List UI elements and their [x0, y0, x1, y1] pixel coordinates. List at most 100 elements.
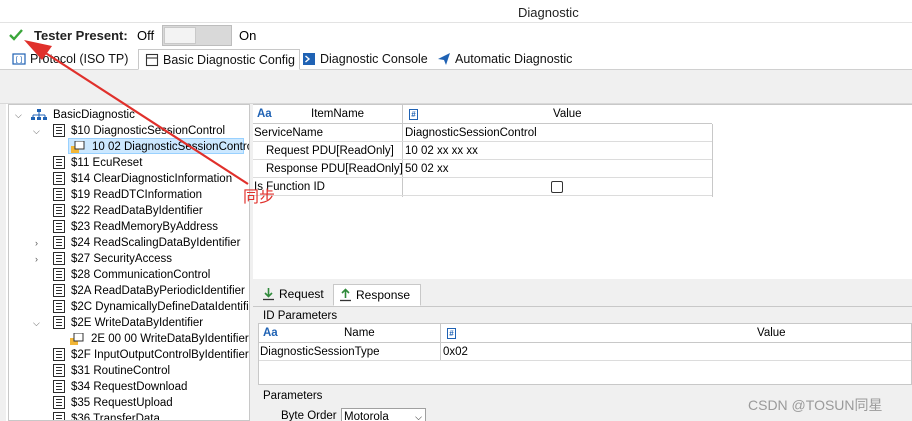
tree-item-subservice[interactable]: 10 02 DiagnosticSessionControl [68, 138, 249, 154]
toggle-knob[interactable] [164, 27, 196, 44]
tree-item-service[interactable]: $28 CommunicationControl [31, 267, 241, 283]
window-title: Diagnostic [518, 5, 579, 20]
tree-item-label: $24 ReadScalingDataByIdentifier [71, 237, 241, 249]
tab-request[interactable]: Request [257, 284, 334, 306]
tab-basic-diagnostic-config[interactable]: Basic Diagnostic Config [138, 49, 301, 70]
tree-item-service[interactable]: $2A ReadDataByPeriodicIdentifier [31, 283, 249, 299]
service-icon [53, 124, 65, 137]
grid-row[interactable]: ServiceName DiagnosticSessionControl [253, 124, 712, 142]
column-header-name[interactable]: Name [344, 324, 375, 343]
protocol-icon: [] [12, 53, 26, 65]
id-grid-row[interactable]: DiagnosticSessionType 0x02 [259, 343, 911, 361]
service-icon [53, 220, 65, 233]
tree-item-service[interactable]: $34 RequestDownload [31, 379, 241, 395]
tree-item-service[interactable]: $14 ClearDiagnosticInformation [31, 171, 241, 187]
tree-item-label: 2E 00 00 WriteDataByIdentifier [91, 333, 249, 345]
tree-item-label: $23 ReadMemoryByAddress [71, 221, 219, 233]
tree-item-service[interactable]: ⌵ $10 DiagnosticSessionControl [31, 123, 241, 139]
tab-automatic-diagnostic[interactable]: Automatic Diagnostic [431, 49, 576, 70]
tab-protocol[interactable]: [] Protocol (ISO TP) [6, 49, 132, 70]
tree-item-service[interactable]: $2C DynamicallyDefineDataIdentifier [31, 299, 249, 315]
tree-item-service[interactable]: $35 RequestUpload [31, 395, 241, 411]
service-tree[interactable]: ⌵ BasicDiagnostic ⌵ $10 DiagnosticSessio… [8, 104, 250, 421]
tree-item-service[interactable]: $36 TransferData [31, 411, 241, 421]
chevron-right-icon[interactable]: › [35, 254, 45, 264]
tab-diagnostic-console[interactable]: Diagnostic Console [296, 49, 432, 70]
tab-response[interactable]: Response [333, 284, 422, 306]
tree-item-service[interactable]: $19 ReadDTCInformation [31, 187, 241, 203]
upload-icon [340, 288, 351, 302]
row-value[interactable]: DiagnosticSessionControl [405, 124, 537, 142]
tree-item-label: $36 TransferData [71, 413, 160, 421]
service-icon [53, 252, 65, 265]
service-icon [53, 284, 65, 297]
tree-root-label: BasicDiagnostic [53, 109, 135, 121]
chevron-down-icon[interactable]: ⌵ [33, 318, 43, 328]
tree-item-label: $22 ReadDataByIdentifier [71, 205, 203, 217]
service-icon [53, 380, 65, 393]
left-edge [0, 104, 6, 421]
byte-order-select[interactable]: Motorola ⌵ [341, 408, 426, 421]
chevron-down-icon[interactable]: ⌵ [15, 110, 25, 120]
config-icon [145, 53, 159, 67]
tree-item-label: 10 02 DiagnosticSessionControl [92, 141, 250, 153]
svg-text:[]: [] [15, 56, 23, 64]
tree-item-label: $31 RoutineControl [71, 365, 171, 377]
grid-edge [712, 124, 713, 197]
id-parameters-grid: Aa Name # Value DiagnosticSessionType 0x… [258, 323, 912, 385]
tab-protocol-label: Protocol (ISO TP) [30, 52, 129, 66]
byte-order-label: Byte Order [281, 410, 337, 421]
service-icon [53, 396, 65, 409]
text-type-icon: Aa [257, 108, 272, 120]
tester-present-toggle[interactable] [162, 25, 232, 46]
tree-item-service[interactable]: › $27 SecurityAccess [31, 251, 241, 267]
grid-row[interactable]: Response PDU[ReadOnly] 50 02 xx [253, 160, 712, 178]
download-icon [263, 288, 274, 301]
check-icon [9, 29, 23, 41]
numeric-type-icon: # [409, 109, 418, 120]
tree-item-service[interactable]: › $24 ReadScalingDataByIdentifier [31, 235, 241, 251]
id-parameters-label: ID Parameters [263, 310, 338, 322]
tree-item-service[interactable]: $31 RoutineControl [31, 363, 241, 379]
tree-item-label: $28 CommunicationControl [71, 269, 211, 281]
tree-item-label: $2F InputOutputControlByIdentifier [71, 349, 249, 361]
service-icon [53, 172, 65, 185]
row-value[interactable]: 10 02 xx xx xx [405, 142, 478, 160]
chevron-right-icon[interactable]: › [35, 238, 45, 248]
tester-present-label: Tester Present: [34, 28, 128, 43]
grid-header: Aa ItemName # Value [253, 105, 712, 124]
tree-item-service[interactable]: $2F InputOutputControlByIdentifier [31, 347, 249, 363]
tab-automatic-label: Automatic Diagnostic [455, 52, 573, 66]
service-icon [53, 188, 65, 201]
row-name: DiagnosticSessionType [260, 346, 380, 358]
service-icon [53, 348, 65, 361]
row-value[interactable]: 0x02 [443, 343, 468, 361]
tree-item-label: $34 RequestDownload [71, 381, 188, 393]
tree-item-label: $35 RequestUpload [71, 397, 173, 409]
tree-item-service[interactable]: $23 ReadMemoryByAddress [31, 219, 241, 235]
tree-item-subservice[interactable]: 2E 00 00 WriteDataByIdentifier [68, 331, 249, 347]
service-icon [53, 236, 65, 249]
tree-item-label: $2C DynamicallyDefineDataIdentifier [71, 301, 250, 313]
grid-row[interactable]: Is Function ID [253, 178, 712, 196]
tree-item-service[interactable]: $11 EcuReset [31, 155, 241, 171]
chevron-down-icon[interactable]: ⌵ [33, 126, 43, 136]
column-header-itemname[interactable]: ItemName [311, 105, 364, 124]
column-header-value[interactable]: Value [757, 324, 786, 343]
byte-order-value: Motorola [344, 411, 389, 421]
tree-item-service[interactable]: ⌵ $2E WriteDataByIdentifier [31, 315, 241, 331]
row-name: Request PDU[ReadOnly] [266, 145, 394, 157]
toolbar [0, 70, 912, 104]
tree-root[interactable]: ⌵ BasicDiagnostic [13, 107, 243, 123]
annotation-label: 同步 [243, 189, 276, 206]
text-type-icon: Aa [263, 327, 278, 339]
parameters-label: Parameters [263, 390, 323, 402]
tree-item-service[interactable]: $22 ReadDataByIdentifier [31, 203, 241, 219]
column-header-value[interactable]: Value [553, 105, 582, 124]
toggle-off-label: Off [137, 28, 155, 43]
grid-row[interactable]: Request PDU[ReadOnly] 10 02 xx xx xx [253, 142, 712, 160]
toggle-on-label: On [239, 28, 257, 43]
is-function-id-checkbox[interactable] [551, 181, 563, 193]
tree-item-label: $2A ReadDataByPeriodicIdentifier [71, 285, 245, 297]
row-value[interactable]: 50 02 xx [405, 160, 448, 178]
